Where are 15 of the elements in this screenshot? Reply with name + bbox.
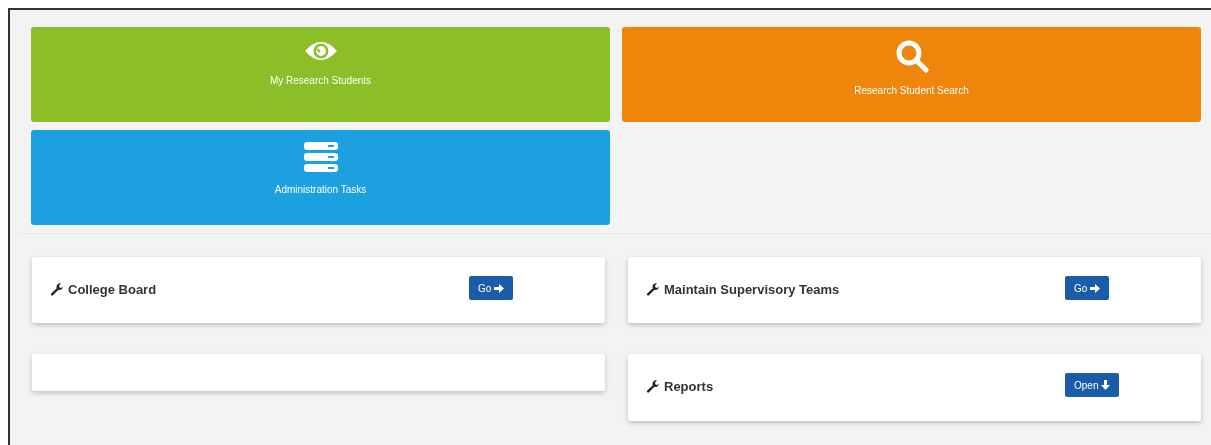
card-title: Maintain Supervisory Teams [664,282,840,297]
arrow-down-icon [1101,380,1111,390]
arrow-right-icon [1090,283,1101,293]
go-button[interactable]: Go [1065,276,1110,300]
card-title: College Board [68,282,157,297]
wrench-icon [646,379,660,394]
wrench-icon [50,282,64,297]
open-button[interactable]: Open [1065,373,1120,397]
wrench-icon [646,282,660,297]
search-icon [894,39,929,73]
go-button[interactable]: Go [469,276,514,300]
arrow-right-icon [494,283,505,293]
server-icon [303,142,338,172]
eye-icon [303,39,338,63]
card-title: Reports [664,379,714,394]
